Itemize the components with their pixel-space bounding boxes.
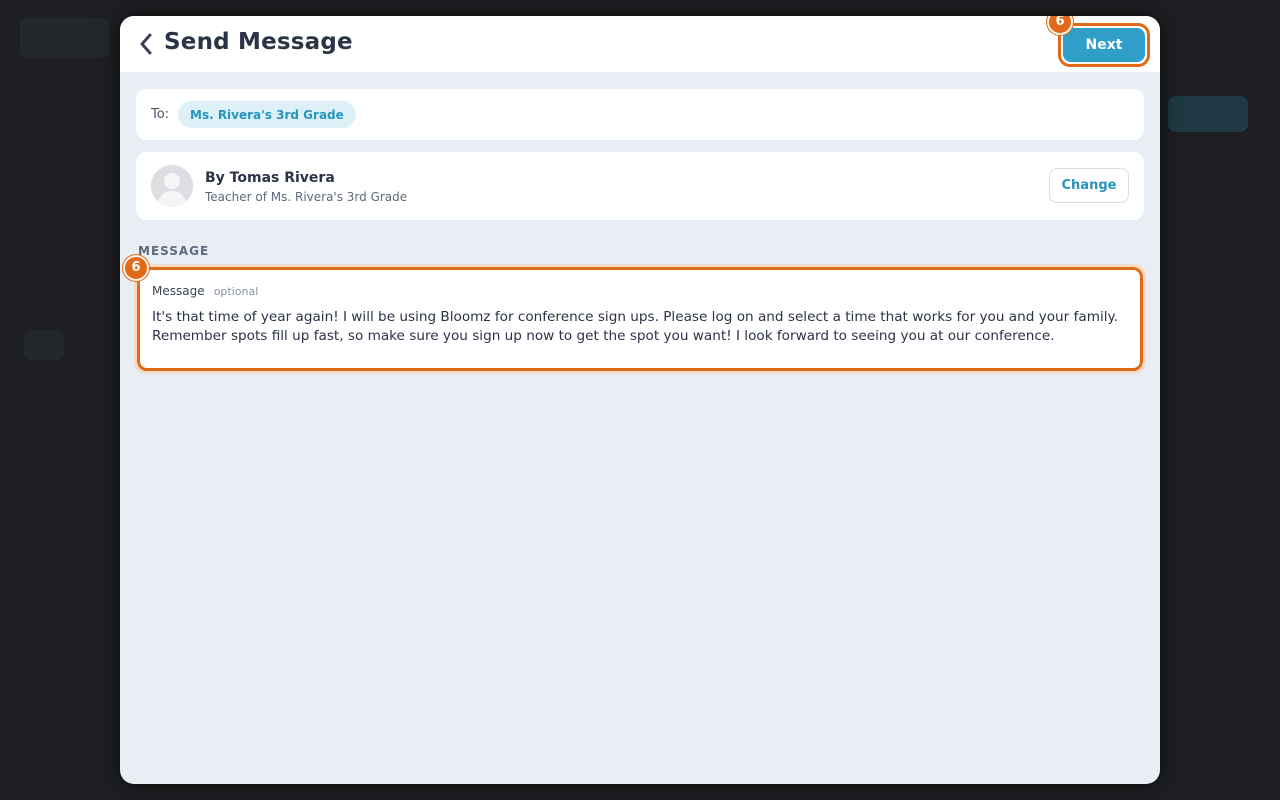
optional-label: optional — [213, 285, 259, 298]
change-sender-button[interactable]: Change — [1049, 168, 1129, 203]
avatar — [151, 165, 193, 207]
sender-role: Teacher of Ms. Rivera's 3rd Grade — [205, 190, 408, 204]
message-section-label: MESSAGE — [138, 244, 210, 258]
dialog-header: Send Message Next — [120, 16, 1160, 72]
page-title: Send Message — [164, 29, 353, 55]
recipient-card: To: Ms. Rivera's 3rd Grade — [136, 89, 1144, 140]
sender-name: By Tomas Rivera — [205, 170, 335, 186]
send-message-dialog: Send Message Next 6 To: Ms. Rivera's 3rd… — [120, 16, 1160, 784]
step-badge: 6 — [123, 255, 149, 281]
user-placeholder-icon — [151, 165, 193, 207]
background-shape — [1168, 96, 1248, 132]
message-field-label: Message — [152, 284, 205, 298]
back-button[interactable] — [130, 28, 162, 60]
next-button-highlight: Next — [1058, 23, 1150, 67]
recipient-chip[interactable]: Ms. Rivera's 3rd Grade — [178, 101, 356, 128]
to-label: To: — [151, 107, 170, 122]
message-field-highlight: Message optional It's that time of year … — [134, 264, 1146, 374]
next-button[interactable]: Next — [1063, 28, 1145, 62]
chevron-left-icon — [140, 33, 152, 55]
background-shape — [24, 330, 64, 360]
background-shape — [20, 18, 110, 58]
message-textarea[interactable]: Message optional It's that time of year … — [137, 267, 1143, 371]
message-text: It's that time of year again! I will be … — [152, 309, 1118, 344]
sender-card: By Tomas Rivera Teacher of Ms. Rivera's … — [136, 152, 1144, 220]
